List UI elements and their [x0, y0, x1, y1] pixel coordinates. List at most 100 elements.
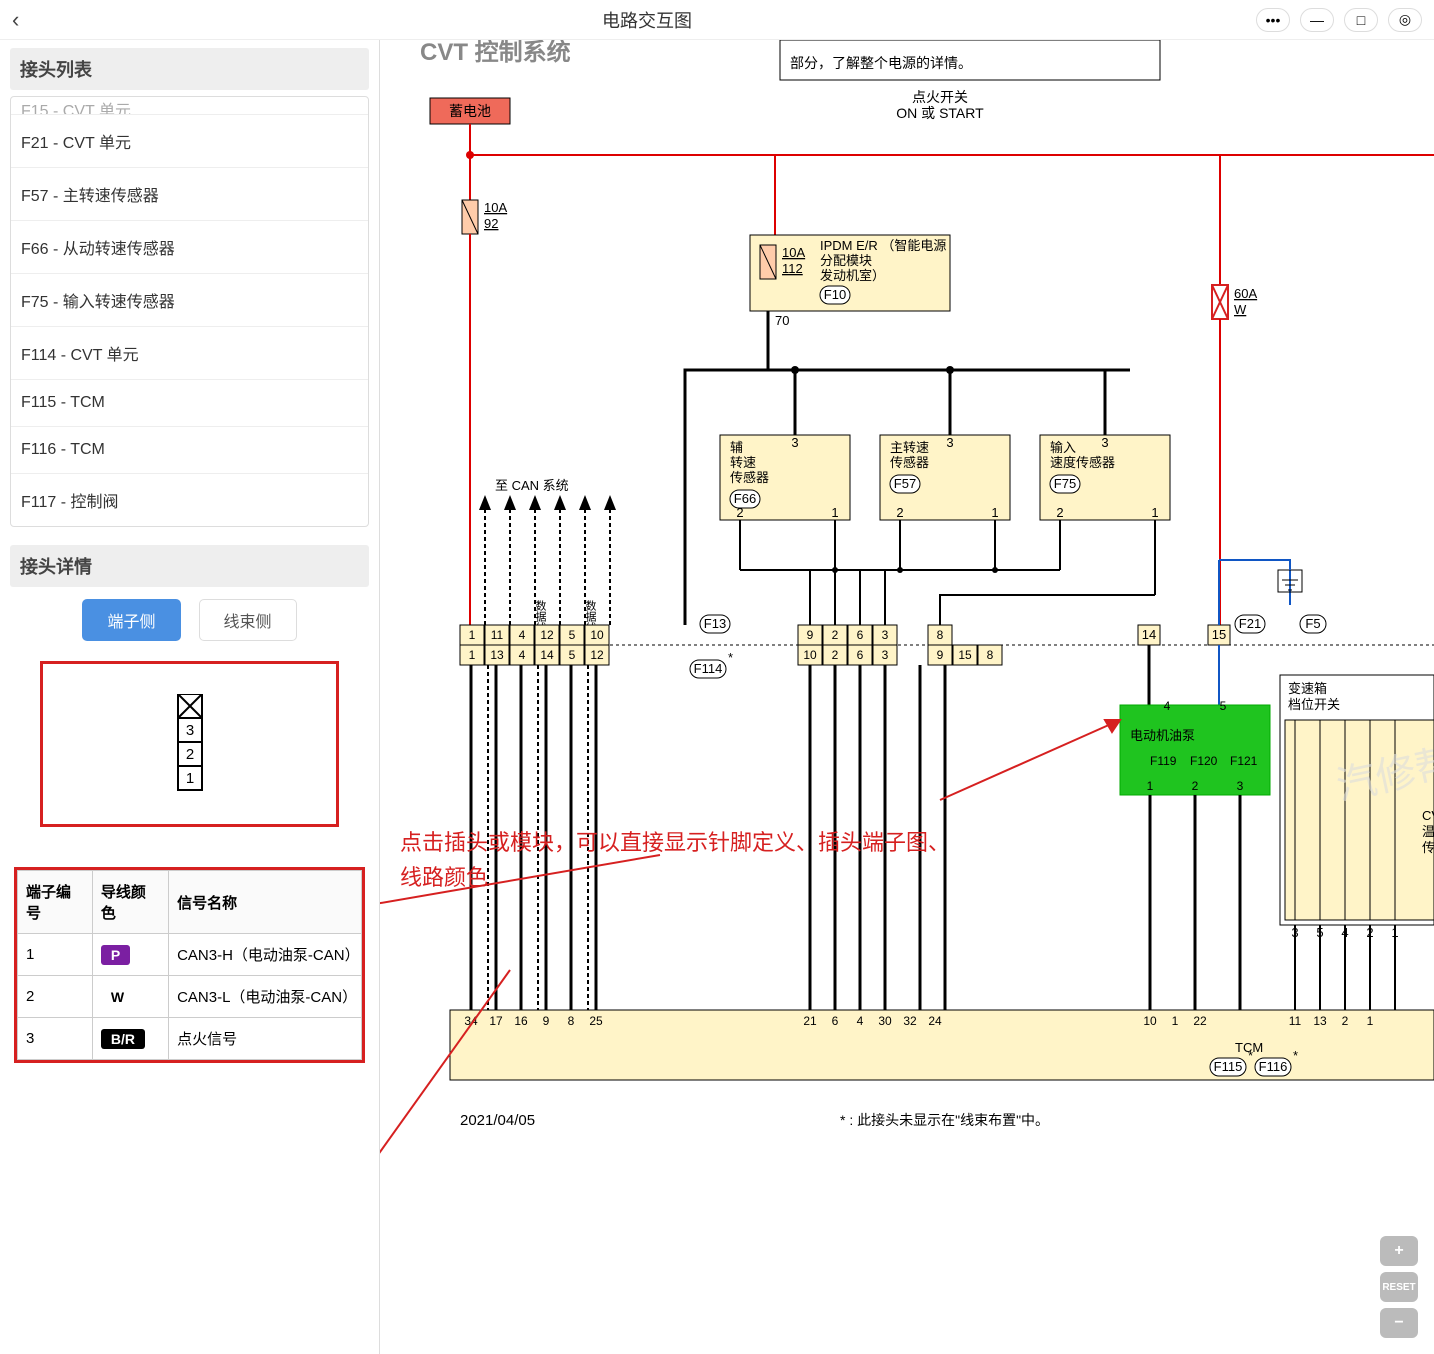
svg-text:4: 4	[857, 1014, 864, 1028]
close-button[interactable]: ◎	[1388, 8, 1422, 32]
svg-text:2: 2	[832, 648, 839, 662]
svg-text:22: 22	[1193, 1014, 1207, 1028]
svg-text:92: 92	[484, 216, 498, 231]
connector-item[interactable]: F15 - CVT 单元	[11, 97, 368, 115]
svg-text:传感器: 传感器	[890, 455, 929, 470]
svg-text:2: 2	[832, 628, 839, 642]
svg-text:部分，了解整个电源的详情。: 部分，了解整个电源的详情。	[790, 55, 972, 71]
more-button[interactable]: •••	[1256, 8, 1290, 32]
svg-text:1: 1	[1151, 505, 1158, 520]
svg-text:F66: F66	[734, 491, 756, 506]
connector-item[interactable]: F21 - CVT 单元	[11, 115, 368, 168]
svg-text:F119: F119	[1150, 754, 1177, 768]
svg-text:CV: CV	[1422, 808, 1434, 823]
connector-item[interactable]: F114 - CVT 单元	[11, 327, 368, 380]
page-title: 电路交互图	[38, 7, 1256, 33]
svg-text:24: 24	[928, 1014, 942, 1028]
svg-text:F5: F5	[1305, 616, 1320, 631]
svg-text:2: 2	[1056, 505, 1063, 520]
svg-text:1: 1	[1172, 1014, 1179, 1028]
pin-row: 1PCAN3-H（电动油泵-CAN）	[18, 934, 362, 976]
svg-text:9: 9	[807, 628, 814, 642]
svg-text:F120: F120	[1190, 754, 1218, 768]
svg-text:5: 5	[569, 628, 576, 642]
svg-text:9: 9	[543, 1014, 550, 1028]
svg-text:输入: 输入	[1050, 440, 1076, 455]
svg-text:15: 15	[958, 648, 972, 662]
svg-text:4: 4	[519, 648, 526, 662]
svg-text:至 CAN 系统: 至 CAN 系统	[495, 478, 569, 493]
svg-text:温: 温	[1422, 824, 1434, 839]
connector-item[interactable]: F66 - 从动转速传感器	[11, 221, 368, 274]
svg-text:*: *	[1293, 1048, 1298, 1063]
svg-text:1: 1	[185, 770, 193, 787]
svg-text:发动机室）: 发动机室）	[820, 268, 885, 283]
sidebar: 接头列表 F15 - CVT 单元 F21 - CVT 单元 F57 - 主转速…	[0, 40, 380, 1354]
svg-text:蓄电池: 蓄电池	[449, 103, 491, 119]
svg-text:电动机油泵: 电动机油泵	[1130, 728, 1195, 743]
connector-item[interactable]: F57 - 主转速传感器	[11, 168, 368, 221]
svg-text:传: 传	[1422, 840, 1434, 855]
svg-text:25: 25	[589, 1014, 603, 1028]
pin-row: 3B/R点火信号	[18, 1018, 362, 1060]
th-signal: 信号名称	[169, 871, 362, 934]
svg-text:6: 6	[857, 648, 864, 662]
back-button[interactable]: ‹	[12, 7, 38, 33]
svg-text:*: *	[1248, 1048, 1253, 1063]
connector-item[interactable]: F75 - 输入转速传感器	[11, 274, 368, 327]
svg-text:F115: F115	[1214, 1059, 1243, 1074]
svg-text:2: 2	[896, 505, 903, 520]
svg-text:3: 3	[1237, 779, 1244, 793]
svg-text:转速: 转速	[730, 455, 756, 470]
svg-text:112: 112	[782, 261, 803, 276]
svg-text:4: 4	[1164, 699, 1171, 713]
connector-item[interactable]: F115 - TCM	[11, 380, 368, 427]
svg-text:主转速: 主转速	[890, 440, 929, 455]
svg-text:* : 此接头未显示在"线束布置"中。: * : 此接头未显示在"线束布置"中。	[840, 1112, 1049, 1128]
svg-text:60A: 60A	[1234, 286, 1257, 301]
svg-text:2021/04/05: 2021/04/05	[460, 1112, 535, 1129]
svg-text:8: 8	[937, 628, 944, 642]
svg-text:10: 10	[590, 628, 604, 642]
svg-text:14: 14	[540, 648, 554, 662]
svg-text:1: 1	[469, 628, 476, 642]
zoom-out-button[interactable]: −	[1380, 1308, 1418, 1338]
tab-harness-side[interactable]: 线束侧	[199, 599, 297, 641]
svg-text:30: 30	[878, 1014, 892, 1028]
svg-text:*: *	[728, 650, 733, 665]
svg-text:15: 15	[1212, 627, 1226, 642]
svg-text:1: 1	[1147, 779, 1154, 793]
svg-text:10A: 10A	[484, 200, 507, 215]
connector-list-header: 接头列表	[10, 48, 369, 90]
svg-text:11: 11	[491, 628, 504, 642]
th-color: 导线颜色	[92, 871, 168, 934]
connector-list: F15 - CVT 单元 F21 - CVT 单元 F57 - 主转速传感器 F…	[10, 96, 369, 527]
zoom-in-button[interactable]: +	[1380, 1236, 1418, 1266]
zoom-reset-button[interactable]: RESET	[1380, 1272, 1418, 1302]
connector-item[interactable]: F117 - 控制阀	[11, 474, 368, 526]
svg-text:F10: F10	[824, 287, 846, 302]
connector-pin-view: 3 2 1	[40, 661, 339, 827]
tab-terminal-side[interactable]: 端子侧	[82, 599, 180, 641]
svg-text:3: 3	[791, 435, 798, 450]
svg-text:11: 11	[1289, 1014, 1302, 1028]
svg-text:1: 1	[469, 648, 476, 662]
svg-text:辅: 辅	[730, 440, 743, 455]
svg-text:5: 5	[569, 648, 576, 662]
circuit-diagram[interactable]: CVT 控制系统 部分，了解整个电源的详情。 蓄电池 点火开关 ON 或 STA…	[380, 40, 1434, 1354]
svg-text:17: 17	[489, 1014, 503, 1028]
svg-text:CVT 控制系统: CVT 控制系统	[420, 40, 571, 66]
svg-text:10: 10	[1143, 1014, 1157, 1028]
svg-text:W: W	[1234, 302, 1247, 317]
svg-text:32: 32	[903, 1014, 917, 1028]
svg-text:2: 2	[1342, 1014, 1349, 1028]
maximize-button[interactable]: □	[1344, 8, 1378, 32]
minimize-button[interactable]: —	[1300, 8, 1334, 32]
svg-text:点火开关: 点火开关	[912, 89, 968, 105]
svg-text:速度传感器: 速度传感器	[1050, 455, 1115, 470]
svg-text:F114: F114	[694, 661, 723, 676]
svg-text:3: 3	[882, 628, 889, 642]
connector-item[interactable]: F116 - TCM	[11, 427, 368, 474]
svg-text:3: 3	[185, 722, 193, 739]
svg-text:2: 2	[1192, 779, 1199, 793]
